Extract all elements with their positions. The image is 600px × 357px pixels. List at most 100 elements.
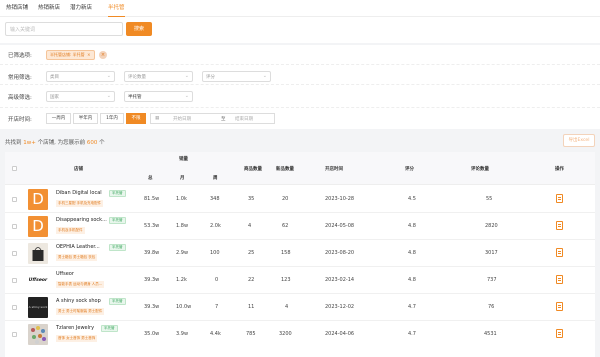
- row-checkbox[interactable]: [12, 197, 17, 202]
- row-checkbox[interactable]: [12, 332, 17, 337]
- sales-week: 4.4k: [210, 331, 221, 337]
- new-count: 123: [281, 277, 291, 283]
- store-name[interactable]: A shiny sock shop: [56, 298, 101, 304]
- store-thumbnail[interactable]: D: [28, 216, 48, 237]
- sales-week: 2.0k: [210, 223, 221, 229]
- category-select[interactable]: 类目 ⌄: [46, 71, 115, 82]
- header-week[interactable]: 周: [213, 175, 218, 181]
- detail-icon[interactable]: [556, 248, 563, 257]
- store-thumbnail[interactable]: D: [28, 189, 48, 210]
- clear-filters-icon[interactable]: ×: [99, 51, 107, 59]
- store-thumbnail[interactable]: A shiny sock shop: [28, 297, 48, 318]
- chevron-down-icon: ⌄: [262, 73, 267, 79]
- row-checkbox[interactable]: [12, 278, 17, 283]
- summary-middle: 个店铺, 为您展示前: [35, 140, 87, 146]
- search-bar: 输入关键词 搜索: [0, 17, 600, 43]
- created-date: 2024-05-08: [325, 223, 355, 229]
- select-all-checkbox[interactable]: [12, 166, 17, 171]
- date-range-separator: 至: [221, 117, 226, 122]
- date-end-input[interactable]: 结束日期: [235, 116, 253, 122]
- summary-count: 1w+: [23, 140, 36, 146]
- detail-icon[interactable]: [556, 275, 563, 284]
- store-name[interactable]: Uffseor: [56, 271, 74, 277]
- tab-hot-new-stores[interactable]: 热销新店: [38, 5, 60, 17]
- sales-total: 81.5w: [144, 196, 160, 202]
- store-thumbnail[interactable]: Uffseor: [28, 270, 48, 291]
- detail-icon[interactable]: [556, 302, 563, 311]
- header-created[interactable]: 开店时间: [325, 166, 343, 172]
- store-thumbnail[interactable]: [28, 243, 48, 264]
- detail-icon[interactable]: [556, 221, 563, 230]
- created-date: 2023-10-28: [325, 196, 355, 202]
- sales-total: 39.3w: [144, 304, 160, 310]
- time-button-unlimited[interactable]: 不限: [126, 113, 146, 124]
- store-name[interactable]: Tzlaren Jewelry: [56, 325, 94, 331]
- selected-filter-chip[interactable]: 半托管店铺: 半托管 ×: [46, 50, 95, 60]
- new-count: 4: [285, 304, 289, 310]
- time-button-year[interactable]: 1年内: [100, 113, 124, 124]
- header-product-count[interactable]: 商品数量: [244, 166, 262, 172]
- sales-total: 35.0w: [144, 331, 160, 337]
- store-category: 男士箱包 男士箱包 衣包: [56, 254, 98, 261]
- store-thumbnail[interactable]: [28, 324, 48, 345]
- store-name[interactable]: OEPHIA Leather...: [56, 244, 100, 250]
- rating-value: 4.8: [408, 277, 416, 283]
- reviews-select[interactable]: 评论数量 ⌄: [124, 71, 193, 82]
- created-date: 2023-08-20: [325, 250, 355, 256]
- header-rating[interactable]: 评分: [405, 166, 414, 172]
- sales-month: 2.9w: [176, 250, 189, 256]
- product-count: 11: [248, 304, 255, 310]
- row-checkbox[interactable]: [12, 305, 17, 310]
- product-count: 4: [248, 223, 252, 229]
- time-button-half-year[interactable]: 半年内: [73, 113, 98, 124]
- country-select-value: 国家: [50, 95, 59, 100]
- header-new-count[interactable]: 新品数量: [276, 166, 294, 172]
- detail-icon[interactable]: [556, 329, 563, 338]
- row-checkbox[interactable]: [12, 224, 17, 229]
- store-table: 店铺 销量 总 月 周 商品数量 新品数量 开店时间 评分 评论数量 操作 D …: [5, 152, 595, 357]
- sales-week: 348: [210, 196, 220, 202]
- common-filters-label: 常用筛选:: [8, 75, 32, 81]
- filter-panel: 已筛选项: 半托管店铺: 半托管 × × 常用筛选: 类目 ⌄ 评论数量 ⌄ 评…: [0, 45, 600, 129]
- created-date: 2023-02-14: [325, 277, 355, 283]
- calendar-icon: ▦: [155, 116, 160, 121]
- new-count: 3200: [279, 331, 292, 337]
- semi-managed-select[interactable]: 半托管 ⌄: [124, 91, 193, 102]
- detail-icon[interactable]: [556, 194, 563, 203]
- new-count: 20: [282, 196, 289, 202]
- open-time-row: 开店时间: 一周内 半年内 1年内 不限 ▦ 开始日期 至 结束日期: [0, 108, 600, 128]
- header-reviews[interactable]: 评论数量: [471, 166, 489, 172]
- result-summary: 共找到 1w+ 个店铺, 为您展示前 600 个: [5, 138, 105, 146]
- sales-week: 7: [215, 304, 219, 310]
- rating-select[interactable]: 评分 ⌄: [202, 71, 271, 82]
- open-time-label: 开店时间:: [8, 117, 32, 123]
- tab-semi-managed[interactable]: 半托管: [108, 5, 125, 17]
- category-select-value: 类目: [50, 75, 59, 80]
- row-checkbox[interactable]: [12, 251, 17, 256]
- store-category: 首饰 女士首饰 男士首饰: [56, 335, 98, 342]
- time-button-week[interactable]: 一周内: [46, 113, 71, 124]
- country-select[interactable]: 国家 ⌄: [46, 91, 115, 102]
- store-category: 男士 男士时髦服装 男士配件: [56, 308, 105, 315]
- export-excel-button[interactable]: 导出Excel: [563, 134, 595, 147]
- chevron-down-icon: ⌄: [184, 73, 189, 79]
- header-total[interactable]: 总: [148, 175, 153, 181]
- store-name[interactable]: Disappearing sock...: [56, 217, 107, 223]
- common-filters-row: 常用筛选: 类目 ⌄ 评论数量 ⌄ 评分 ⌄: [0, 65, 600, 85]
- search-button[interactable]: 搜索: [126, 22, 152, 36]
- store-name[interactable]: Diban Digital local: [56, 190, 102, 196]
- rating-value: 4.5: [408, 196, 416, 202]
- jewelry-icon: [31, 326, 46, 344]
- search-input[interactable]: 输入关键词: [5, 22, 123, 36]
- tab-potential-new-stores[interactable]: 潜力新店: [70, 5, 92, 17]
- date-start-input[interactable]: 开始日期: [173, 116, 191, 122]
- tab-hot-stores[interactable]: 热销店铺: [6, 5, 28, 17]
- advanced-filters-label: 高级筛选:: [8, 95, 32, 101]
- header-action: 操作: [555, 167, 564, 172]
- header-month[interactable]: 月: [180, 175, 185, 181]
- remove-chip-icon[interactable]: ×: [86, 52, 90, 57]
- chevron-down-icon: ⌄: [106, 93, 111, 99]
- product-count: 35: [248, 196, 255, 202]
- table-row: OEPHIA Leather... 半托管 男士箱包 男士箱包 衣包 39.8w…: [5, 240, 595, 267]
- date-range-picker[interactable]: ▦ 开始日期 至 结束日期: [150, 113, 275, 124]
